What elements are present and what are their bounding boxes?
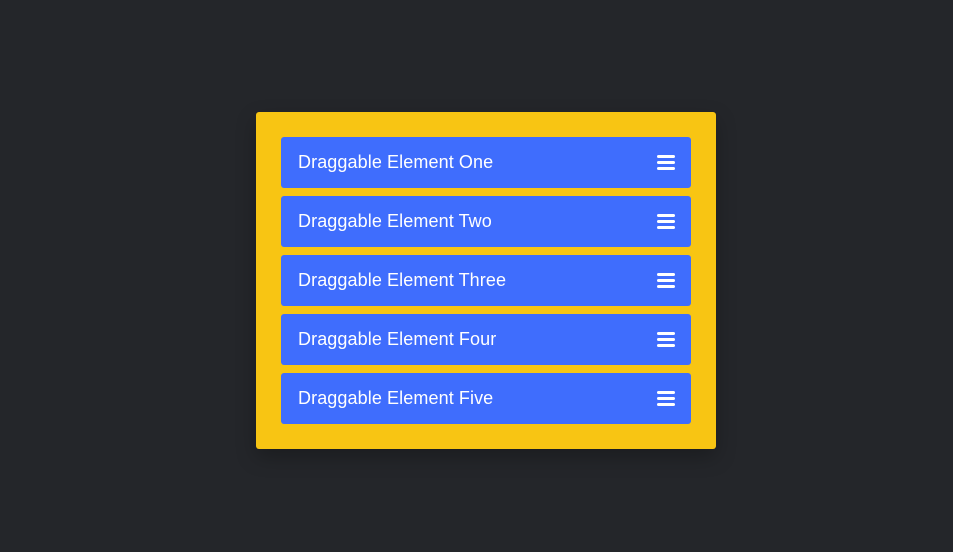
draggable-item-three[interactable]: Draggable Element Three xyxy=(281,255,691,306)
sortable-container: Draggable Element One Draggable Element … xyxy=(256,112,716,449)
draggable-item-one[interactable]: Draggable Element One xyxy=(281,137,691,188)
drag-handle-icon[interactable] xyxy=(657,332,675,347)
draggable-item-five[interactable]: Draggable Element Five xyxy=(281,373,691,424)
drag-handle-icon[interactable] xyxy=(657,391,675,406)
draggable-item-label: Draggable Element Five xyxy=(298,388,494,408)
draggable-item-label: Draggable Element One xyxy=(298,152,494,172)
draggable-item-four[interactable]: Draggable Element Four xyxy=(281,314,691,365)
draggable-list: Draggable Element One Draggable Element … xyxy=(281,137,691,424)
draggable-item-two[interactable]: Draggable Element Two xyxy=(281,196,691,247)
drag-handle-icon[interactable] xyxy=(657,155,675,170)
draggable-item-label: Draggable Element Three xyxy=(298,270,507,290)
drag-handle-icon[interactable] xyxy=(657,214,675,229)
drag-handle-icon[interactable] xyxy=(657,273,675,288)
page: Draggable Element One Draggable Element … xyxy=(0,0,953,552)
draggable-item-label: Draggable Element Two xyxy=(298,211,492,231)
draggable-item-label: Draggable Element Four xyxy=(298,329,497,349)
